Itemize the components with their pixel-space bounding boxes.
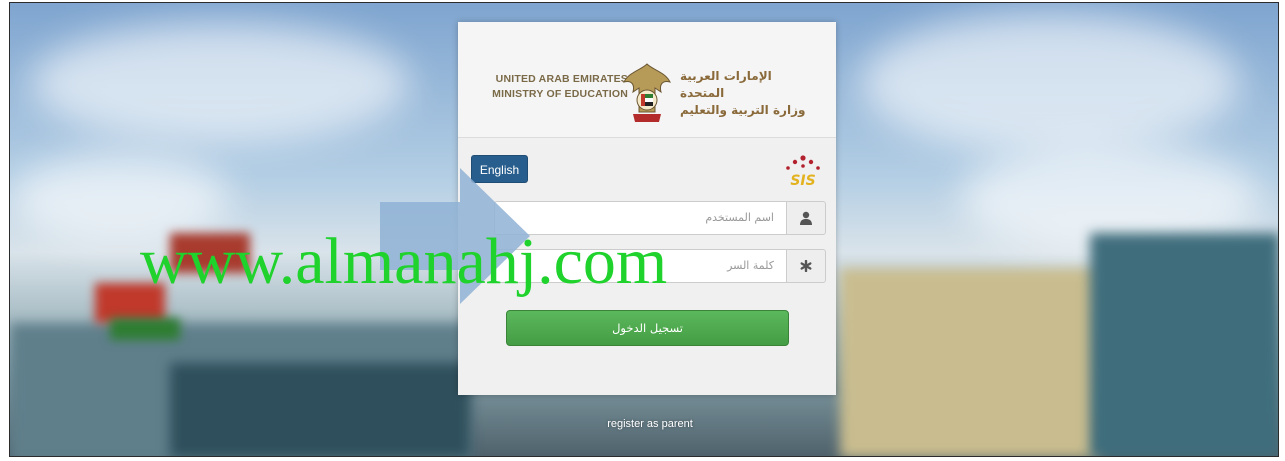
ministry-name-arabic: الإمارات العربية المتحدة وزارة التربية و… — [680, 68, 820, 119]
svg-text:SIS: SIS — [790, 173, 815, 188]
ar-title-line1: الإمارات العربية المتحدة — [680, 69, 772, 100]
card-header: UNITED ARAB EMIRATES MINISTRY OF EDUCATI… — [458, 22, 836, 138]
ministry-name-english: UNITED ARAB EMIRATES MINISTRY OF EDUCATI… — [478, 72, 628, 102]
register-parent-link[interactable]: register as parent — [560, 418, 740, 430]
en-title-line2: MINISTRY OF EDUCATION — [492, 88, 628, 100]
login-button[interactable]: تسجيل الدخول — [506, 310, 789, 346]
watermark-text: www.almanahj.com — [140, 225, 668, 298]
uae-emblem-icon — [623, 63, 671, 122]
sis-logo-icon: SIS — [786, 155, 820, 188]
ar-title-line2: وزارة التربية والتعليم — [680, 103, 806, 117]
en-title-line1: UNITED ARAB EMIRATES — [495, 73, 628, 85]
